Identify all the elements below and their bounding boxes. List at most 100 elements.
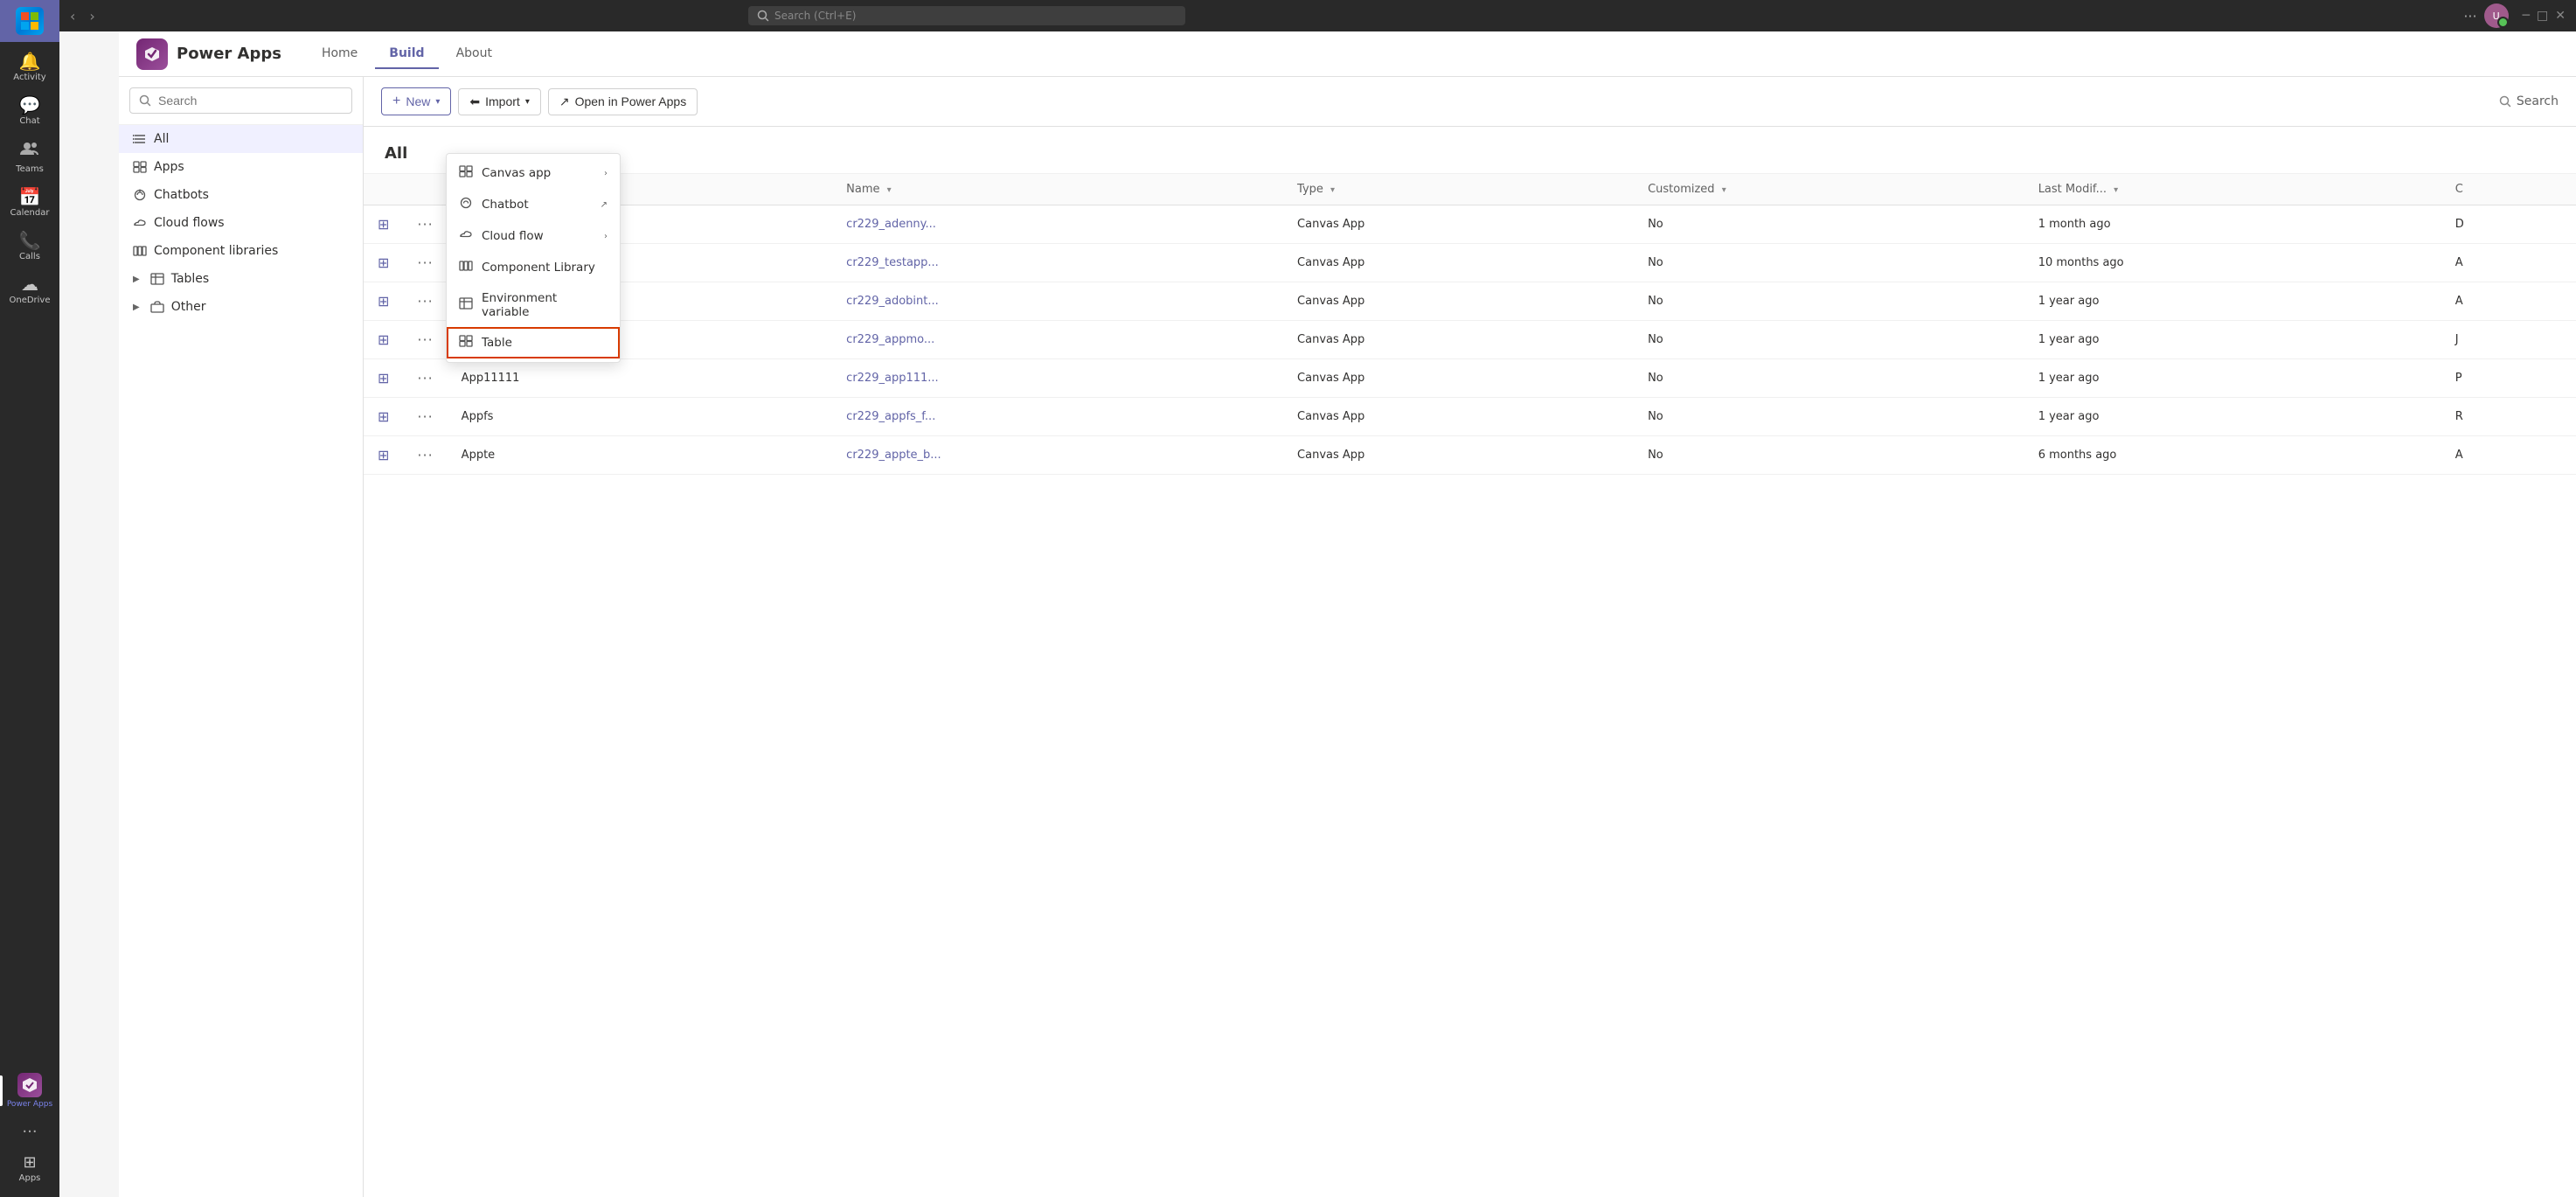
nav-item-tables[interactable]: ▶ Tables — [119, 265, 363, 293]
left-panel-search-input[interactable] — [158, 94, 343, 108]
sidebar-item-chat[interactable]: 💬 Chat — [0, 89, 59, 133]
sidebar-item-apps[interactable]: ⊞ Apps — [0, 1148, 59, 1190]
row-type: Canvas App — [1283, 244, 1634, 282]
import-button[interactable]: ⬅ Import ▾ — [458, 88, 540, 115]
dropdown-item-environment-variable[interactable]: Environment variable — [447, 283, 620, 327]
maximize-button[interactable]: □ — [2537, 9, 2548, 23]
row-more: ··· — [403, 244, 447, 282]
dropdown-item-icon — [459, 335, 473, 351]
import-icon: ⬅ — [469, 94, 480, 109]
sidebar-item-more[interactable]: ··· — [0, 1116, 59, 1148]
other-expand-arrow: ▶ — [133, 303, 140, 312]
activity-icon: 🔔 — [19, 52, 41, 70]
row-icon: ⊞ — [364, 244, 403, 282]
minimize-button[interactable]: ─ — [2523, 9, 2530, 23]
nav-item-cloudflows[interactable]: Cloud flows — [119, 209, 363, 237]
row-more-btn[interactable]: ··· — [417, 293, 433, 310]
external-link-icon: ↗ — [559, 94, 570, 109]
col-header-customized[interactable]: Customized ▾ — [1634, 174, 2024, 205]
app-logo — [136, 38, 168, 70]
row-customized: No — [1634, 321, 2024, 359]
nav-item-chatbots[interactable]: Chatbots — [119, 181, 363, 209]
sidebar-item-powerapps[interactable]: Power Apps — [0, 1066, 59, 1116]
row-more-btn[interactable]: ··· — [417, 331, 433, 348]
dropdown-item-component-library[interactable]: Component Library — [447, 252, 620, 283]
sidebar-item-activity[interactable]: 🔔 Activity — [0, 45, 59, 89]
new-button[interactable]: + New ▾ — [381, 87, 451, 115]
row-last-modified: 1 year ago — [2024, 398, 2441, 436]
dropdown-item-label: Chatbot — [482, 198, 529, 212]
table-row: ⊞ ··· cr229_testapp... Canvas App No 10 … — [364, 244, 2576, 282]
col-header-c: C — [2441, 174, 2576, 205]
row-more-btn[interactable]: ··· — [417, 447, 433, 463]
sidebar-item-teams[interactable]: Teams — [0, 133, 59, 181]
row-extra: R — [2441, 398, 2576, 436]
more-options-button[interactable]: ··· — [2463, 8, 2476, 24]
col-type-sort: ▾ — [1330, 185, 1335, 195]
plus-icon: + — [392, 94, 400, 109]
col-header-lastmod[interactable]: Last Modif... ▾ — [2024, 174, 2441, 205]
tab-build[interactable]: Build — [375, 39, 438, 69]
row-more-btn[interactable]: ··· — [417, 408, 433, 425]
close-button[interactable]: ✕ — [2555, 9, 2566, 23]
row-more-btn[interactable]: ··· — [417, 216, 433, 233]
col-header-type[interactable]: Type ▾ — [1283, 174, 1634, 205]
nav-item-componentlibs[interactable]: Component libraries — [119, 237, 363, 265]
row-type: Canvas App — [1283, 359, 1634, 398]
back-button[interactable]: ‹ — [70, 8, 75, 24]
toolbar-search-box[interactable]: Search — [2499, 94, 2559, 108]
row-type-icon: ⊞ — [378, 370, 389, 386]
teams-sidebar: 🔔 Activity 💬 Chat Teams 📅 Calendar 📞 Cal… — [0, 0, 59, 1197]
row-more-btn[interactable]: ··· — [417, 254, 433, 271]
sidebar-item-label-powerapps: Power Apps — [7, 1100, 52, 1109]
sidebar-item-label-teams: Teams — [16, 164, 44, 174]
nav-item-other[interactable]: ▶ Other — [119, 293, 363, 321]
row-more: ··· — [403, 398, 447, 436]
row-last-modified: 1 month ago — [2024, 205, 2441, 244]
global-search-box[interactable]: Search (Ctrl+E) — [748, 6, 1185, 25]
chatbots-nav-icon — [133, 189, 147, 201]
dropdown-item-label: Canvas app — [482, 166, 551, 180]
table-row: ⊞ ··· cr229_adenny... Canvas App No 1 mo… — [364, 205, 2576, 244]
dropdown-item-table[interactable]: Table — [447, 327, 620, 358]
ms-logo — [16, 7, 44, 35]
row-name: cr229_testapp... — [832, 244, 1283, 282]
app-top-bar — [0, 0, 59, 42]
user-avatar[interactable]: U — [2484, 3, 2509, 28]
dropdown-item-canvas-app[interactable]: Canvas app › — [447, 157, 620, 189]
apps-icon: ⊞ — [23, 1155, 36, 1171]
dropdown-item-cloud-flow[interactable]: Cloud flow › — [447, 220, 620, 252]
row-last-modified: 1 year ago — [2024, 321, 2441, 359]
col-lastmod-label: Last Modif... — [2038, 183, 2107, 196]
row-last-modified: 6 months ago — [2024, 436, 2441, 475]
dropdown-item-icon — [459, 260, 473, 275]
table-row: ⊞ ··· App_mock cr229_appmo... Canvas App… — [364, 321, 2576, 359]
all-icon — [133, 133, 147, 145]
new-dropdown-menu: Canvas app › Chatbot ↗ Cloud flow › Comp… — [446, 153, 621, 363]
row-customized: No — [1634, 205, 2024, 244]
tab-home[interactable]: Home — [308, 39, 371, 69]
col-header-name[interactable]: Name ▾ — [832, 174, 1283, 205]
col-name-sort: ▾ — [887, 185, 892, 195]
row-extra: D — [2441, 205, 2576, 244]
sidebar-item-calendar[interactable]: 📅 Calendar — [0, 181, 59, 225]
sidebar-item-onedrive[interactable]: ☁ OneDrive — [0, 268, 59, 312]
row-more-btn[interactable]: ··· — [417, 370, 433, 386]
tab-about[interactable]: About — [442, 39, 506, 69]
title-bar: ‹ › Search (Ctrl+E) ··· U ─ □ ✕ — [59, 0, 2576, 31]
nav-item-apps[interactable]: Apps — [119, 153, 363, 181]
left-panel-search-box[interactable] — [129, 87, 352, 114]
row-display-name: App11111 — [448, 359, 833, 398]
new-dropdown-icon: ▾ — [435, 97, 440, 107]
dropdown-item-chatbot[interactable]: Chatbot ↗ — [447, 189, 620, 220]
open-in-power-apps-button[interactable]: ↗ Open in Power Apps — [548, 88, 698, 115]
external-icon: ↗ — [601, 200, 608, 210]
nav-item-all[interactable]: All — [119, 125, 363, 153]
row-type-icon: ⊞ — [378, 293, 389, 310]
row-icon: ⊞ — [364, 398, 403, 436]
sidebar-item-calls[interactable]: 📞 Calls — [0, 225, 59, 268]
dropdown-item-icon — [459, 197, 473, 212]
nav-item-all-label: All — [154, 132, 169, 146]
forward-button[interactable]: › — [89, 8, 94, 24]
tables-expand-arrow: ▶ — [133, 275, 140, 284]
